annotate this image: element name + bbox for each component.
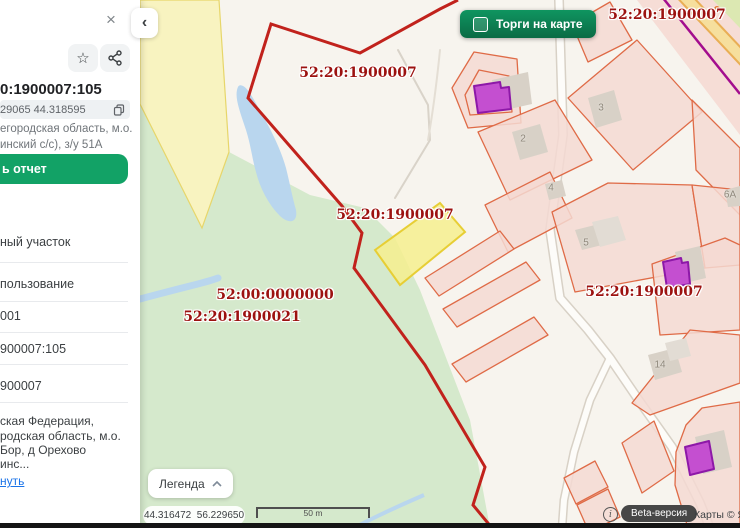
chevron-left-icon: ‹ bbox=[142, 14, 147, 32]
map-scale-bar: 50 m bbox=[256, 507, 370, 518]
attribute-value: ный участок bbox=[0, 235, 70, 249]
location-line: Бор, д Орехово bbox=[0, 443, 86, 457]
building-number: 2 bbox=[520, 134, 526, 145]
location-line: инс... bbox=[0, 457, 29, 471]
building-number: 4 bbox=[548, 183, 554, 194]
beta-badge: Beta-версия bbox=[621, 505, 697, 522]
legend-label: Легенда bbox=[159, 477, 205, 491]
attribute-value: пользование bbox=[0, 277, 74, 291]
cadastral-label: 52:00:0000000 bbox=[216, 287, 334, 303]
attribute-value: 900007:105 bbox=[0, 342, 66, 356]
report-button[interactable]: ь отчет bbox=[0, 154, 128, 184]
star-icon: ☆ bbox=[76, 49, 89, 67]
building-number: 6А bbox=[724, 190, 736, 201]
cadastral-label: 52:20:1900021 bbox=[183, 309, 301, 325]
cadastral-label: 52:20:1900007 bbox=[585, 284, 703, 300]
cadastral-label: 52:20:1900007 bbox=[608, 7, 726, 23]
expand-link[interactable]: нуть bbox=[0, 474, 24, 488]
divider bbox=[0, 262, 128, 263]
scale-label: 50 m bbox=[258, 509, 368, 518]
building-number: 14 bbox=[654, 360, 665, 371]
building-number: 5 bbox=[583, 238, 589, 249]
chevron-up-icon bbox=[212, 481, 222, 487]
share-button[interactable] bbox=[100, 44, 130, 72]
cadastral-label: 52:20:1900007 bbox=[336, 207, 454, 223]
map-canvas[interactable] bbox=[140, 0, 740, 528]
auctions-toggle-label: Торги на карте bbox=[496, 17, 583, 31]
location-line: ская Федерация, bbox=[0, 414, 94, 428]
legend-button[interactable]: Легенда bbox=[148, 469, 233, 498]
address-line: инский с/с), з/у 51А bbox=[0, 137, 133, 153]
info-icon[interactable]: i bbox=[603, 507, 618, 522]
divider bbox=[0, 301, 128, 302]
parcel-coordinates: 29065 44.318595 bbox=[0, 100, 130, 119]
map-attribution: Карты © Ян bbox=[694, 509, 740, 521]
checkbox-icon[interactable] bbox=[473, 17, 488, 32]
divider bbox=[0, 402, 128, 403]
app-window: 52:20:1900007 52:20:1900007 52:00:000000… bbox=[0, 0, 740, 528]
share-icon bbox=[108, 50, 122, 66]
close-icon[interactable]: × bbox=[106, 10, 116, 30]
copy-icon[interactable] bbox=[113, 104, 125, 116]
coordinates-value: 29065 44.318595 bbox=[0, 104, 113, 116]
favorite-button[interactable]: ☆ bbox=[68, 44, 98, 72]
location-line: родская область, м.о. bbox=[0, 429, 121, 443]
attribute-value: 900007 bbox=[0, 379, 42, 393]
divider bbox=[0, 364, 128, 365]
parcel-address: егородская область, м.о. инский с/с), з/… bbox=[0, 121, 133, 153]
map-viewport[interactable]: 52:20:1900007 52:20:1900007 52:00:000000… bbox=[140, 0, 740, 528]
parcel-info-panel: × ☆ 0:1900007:105 29065 44.318595 егород… bbox=[0, 0, 140, 528]
parcel-cadastral-number: 0:1900007:105 bbox=[0, 81, 102, 98]
auctions-on-map-toggle[interactable]: Торги на карте bbox=[460, 10, 596, 38]
bottom-window-edge bbox=[0, 523, 740, 528]
attribute-value: 001 bbox=[0, 309, 21, 323]
address-line: егородская область, м.о. bbox=[0, 121, 133, 137]
building-number: 3 bbox=[598, 103, 604, 114]
divider bbox=[0, 332, 128, 333]
collapse-panel-button[interactable]: ‹ bbox=[131, 8, 158, 38]
cadastral-label: 52:20:1900007 bbox=[299, 65, 417, 81]
